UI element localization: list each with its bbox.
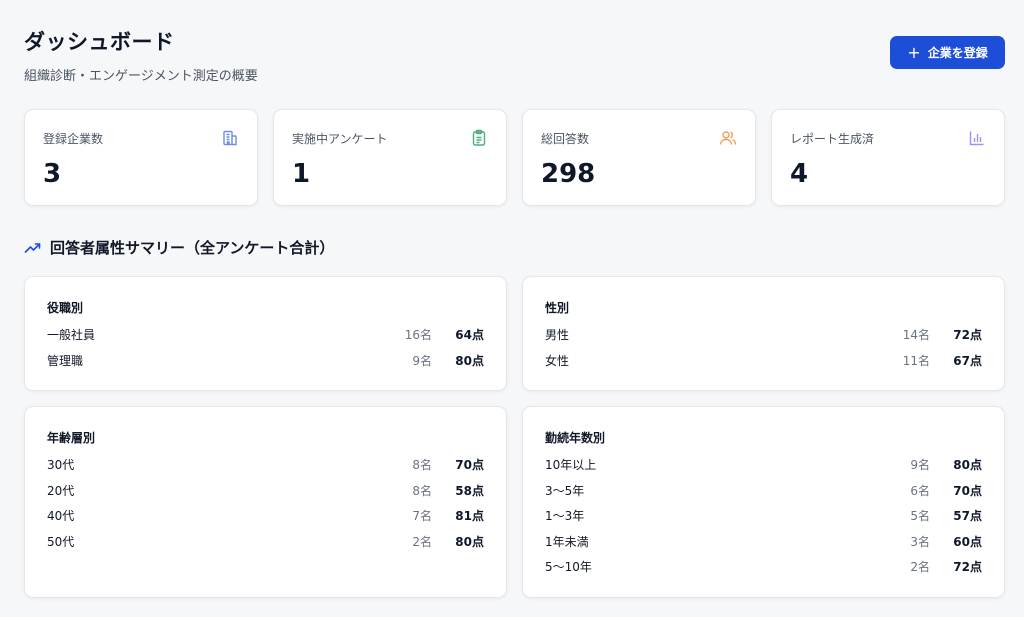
table-row: 男性 14名 72点 (545, 322, 982, 348)
row-count: 8名 (412, 458, 432, 473)
row-count: 14名 (902, 328, 930, 343)
stat-label: レポート生成済 (790, 132, 875, 146)
row-count: 11名 (902, 353, 930, 368)
row-count: 8名 (412, 483, 432, 498)
table-row: 5〜10年 2名 72点 (545, 554, 982, 580)
table-row: 1年未満 3名 60点 (545, 529, 982, 555)
row-score: 70点 (455, 458, 484, 473)
table-row: 一般社員 16名 64点 (47, 322, 484, 348)
row-count: 16名 (404, 328, 432, 343)
page-title: ダッシュボード (24, 30, 175, 54)
panel-age: 年齢層別 30代 8名 70点 20代 8名 58点 40代 7名 81点 50… (24, 406, 507, 598)
stat-value: 4 (790, 159, 809, 189)
panel-tenure: 勤続年数別 10年以上 9名 80点 3〜5年 6名 70点 1〜3年 5名 5… (522, 406, 1005, 598)
row-count: 6名 (910, 483, 930, 498)
stat-card-companies: 登録企業数 3 (24, 109, 258, 206)
page-header: ダッシュボード 組織診断・エンゲージメント測定の概要 + 企業を登録 (24, 26, 1005, 84)
row-score: 80点 (455, 534, 484, 549)
clipboard-icon (472, 129, 486, 146)
row-label: 1〜3年 (545, 509, 585, 524)
row-count: 2名 (412, 534, 432, 549)
stat-value: 1 (292, 159, 311, 189)
row-score: 57点 (953, 509, 982, 524)
row-label: 50代 (47, 534, 75, 549)
row-count: 9名 (910, 458, 930, 473)
row-score: 72点 (953, 328, 982, 343)
panel-title: 役職別 (47, 301, 84, 315)
row-score: 72点 (953, 560, 982, 575)
row-score: 60点 (953, 534, 982, 549)
trending-up-icon (24, 242, 41, 253)
row-label: 40代 (47, 509, 75, 524)
row-label: 女性 (545, 353, 570, 368)
row-count: 5名 (910, 509, 930, 524)
panel-gender: 性別 男性 14名 72点 女性 11名 67点 (522, 276, 1005, 391)
table-row: 20代 8名 58点 (47, 478, 484, 504)
register-company-label: 企業を登録 (927, 46, 988, 60)
stat-card-surveys: 実施中アンケート 1 (273, 109, 507, 206)
panel-role: 役職別 一般社員 16名 64点 管理職 9名 80点 (24, 276, 507, 391)
row-label: 5〜10年 (545, 560, 592, 575)
table-row: 10年以上 9名 80点 (545, 452, 982, 478)
table-row: 30代 8名 70点 (47, 452, 484, 478)
row-score: 58点 (455, 483, 484, 498)
stat-label: 登録企業数 (43, 132, 104, 146)
row-score: 80点 (455, 353, 484, 368)
users-icon (719, 131, 737, 145)
panel-title: 性別 (545, 301, 570, 315)
table-row: 3〜5年 6名 70点 (545, 478, 982, 504)
table-row: 1〜3年 5名 57点 (545, 503, 982, 529)
panel-title: 勤続年数別 (545, 431, 606, 445)
stat-label: 総回答数 (541, 132, 590, 146)
page-subtitle: 組織診断・エンゲージメント測定の概要 (24, 69, 258, 84)
stat-value: 298 (541, 159, 596, 189)
stats-row: 登録企業数 3 実施中アンケート 1 総回答数 298 レポート生成済 4 (24, 109, 1005, 206)
section-title: 回答者属性サマリー（全アンケート合計） (24, 237, 334, 258)
row-count: 3名 (910, 534, 930, 549)
stat-card-reports: レポート生成済 4 (771, 109, 1005, 206)
row-label: 30代 (47, 458, 75, 473)
row-label: 男性 (545, 328, 570, 343)
stat-value: 3 (43, 159, 62, 189)
table-row: 女性 11名 67点 (545, 348, 982, 374)
row-count: 7名 (412, 509, 432, 524)
row-label: 20代 (47, 483, 75, 498)
row-label: 10年以上 (545, 458, 597, 473)
stat-card-responses: 総回答数 298 (522, 109, 756, 206)
building-icon (223, 130, 237, 146)
row-label: 1年未満 (545, 534, 589, 549)
row-score: 64点 (455, 328, 484, 343)
row-count: 9名 (412, 353, 432, 368)
row-label: 管理職 (47, 353, 84, 368)
row-score: 67点 (953, 353, 982, 368)
row-label: 3〜5年 (545, 483, 585, 498)
panel-title: 年齢層別 (47, 431, 96, 445)
row-label: 一般社員 (47, 328, 96, 343)
plus-icon: + (907, 42, 921, 62)
table-row: 40代 7名 81点 (47, 503, 484, 529)
table-row: 管理職 9名 80点 (47, 348, 484, 374)
bar-chart-icon (969, 131, 984, 146)
row-count: 2名 (910, 560, 930, 575)
table-row: 50代 2名 80点 (47, 529, 484, 555)
register-company-button[interactable]: + 企業を登録 (890, 36, 1005, 69)
row-score: 70点 (953, 483, 982, 498)
row-score: 81点 (455, 509, 484, 524)
section-title-text: 回答者属性サマリー（全アンケート合計） (50, 239, 335, 257)
row-score: 80点 (953, 458, 982, 473)
stat-label: 実施中アンケート (292, 132, 388, 146)
